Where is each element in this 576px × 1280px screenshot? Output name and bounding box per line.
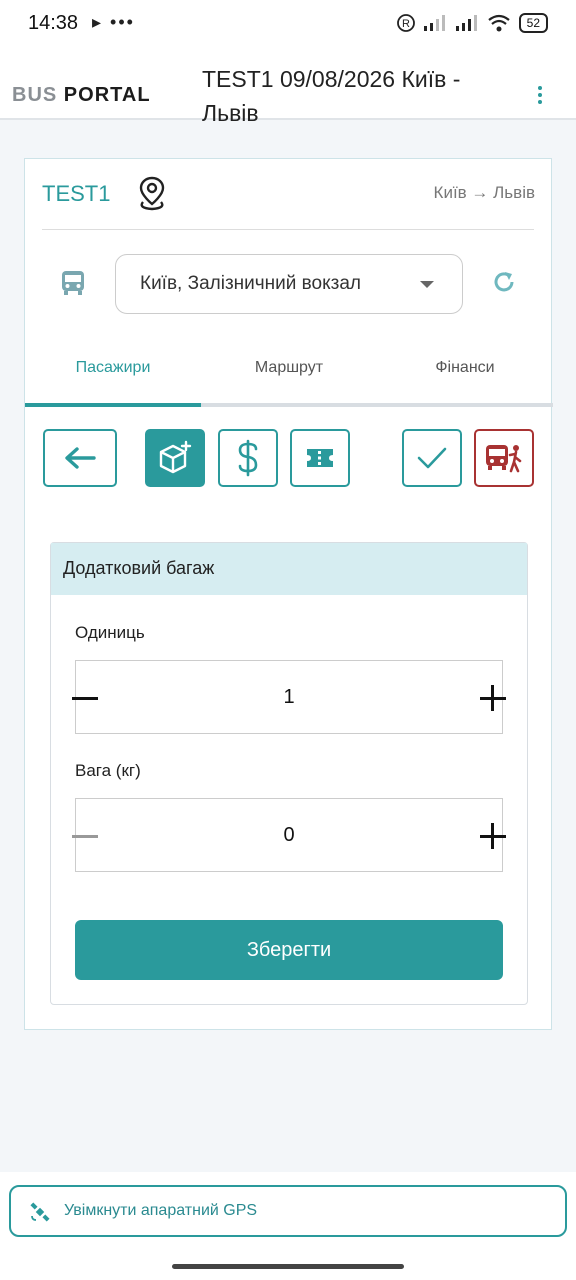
arrow-left-icon [65,447,96,469]
status-time: 14:38 [28,12,79,34]
tab-finance[interactable]: Фінанси [377,359,553,377]
tab-route[interactable]: Маршрут [201,359,377,377]
battery-indicator: 52 [518,13,548,33]
home-indicator[interactable] [172,1264,404,1269]
logo-portal: PORTAL [63,84,151,106]
enable-gps-button[interactable]: Увімкнути апаратний GPS [9,1185,567,1237]
satellite-icon [30,1202,50,1222]
tab-active-indicator [25,403,201,407]
units-label: Одиниць [75,623,145,642]
extra-baggage-panel: Додатковий багаж Одиниць 1 Вага (кг) 0 З… [50,542,528,1005]
chevron-down-icon [420,281,434,288]
weight-stepper: 0 [72,798,506,872]
add-baggage-button[interactable] [145,429,205,487]
map-pin-icon[interactable] [135,175,169,211]
registered-icon: R [396,14,415,32]
trip-code: TEST1 [42,181,111,206]
stop-select-value: Київ, Залізничний вокзал [140,273,362,294]
svg-text:R: R [402,18,410,30]
confirm-button[interactable] [402,429,462,487]
payment-button[interactable] [218,429,278,487]
signal-2-icon [455,15,477,31]
logo-bus: BUS [12,84,58,106]
dollar-icon [238,439,258,477]
units-plus-icon[interactable] [480,685,506,711]
refresh-icon[interactable] [491,269,517,295]
check-icon [417,447,447,469]
divider [42,229,534,230]
ticket-button[interactable] [290,429,350,487]
status-notification-icons: ▸ ••• [92,12,135,32]
status-right-icons: R 52 [396,13,548,33]
weight-plus-icon[interactable] [480,823,506,849]
trip-route: Київ → Львів [433,183,535,202]
status-bar: 14:38 ▸ ••• R 52 [0,0,576,50]
tab-passengers[interactable]: Пасажири [25,359,201,377]
weight-label: Вага (кг) [75,761,141,780]
page-title: TEST1 09/08/2026 Київ - Львів [202,66,461,126]
app-logo: BUS PORTAL [12,84,151,107]
bus-person-icon [486,445,522,473]
bus-icon [62,271,84,295]
stop-select[interactable]: Київ, Залізничний вокзал [115,254,463,314]
no-show-button[interactable] [474,429,534,487]
ticket-icon [307,449,333,467]
enable-gps-label: Увімкнути апаратний GPS [64,1202,258,1219]
wifi-icon [487,14,510,32]
back-button[interactable] [43,429,117,487]
units-stepper: 1 [72,660,506,734]
panel-title: Додатковий багаж [51,543,527,595]
units-value[interactable]: 1 [76,686,502,709]
more-vertical-icon[interactable] [532,86,548,107]
app-header: BUS PORTAL TEST1 09/08/2026 Київ - Львів [0,50,576,126]
save-button[interactable]: Зберегти [75,920,503,980]
gps-bar: Увімкнути апаратний GPS [0,1172,576,1280]
signal-icon [423,15,445,31]
box-plus-icon [159,440,192,474]
tab-bar: Пасажири Маршрут Фінанси [25,341,553,409]
trip-card: TEST1 Київ → Львів Київ, Залізничний вок… [24,158,553,1030]
weight-value[interactable]: 0 [76,824,502,847]
